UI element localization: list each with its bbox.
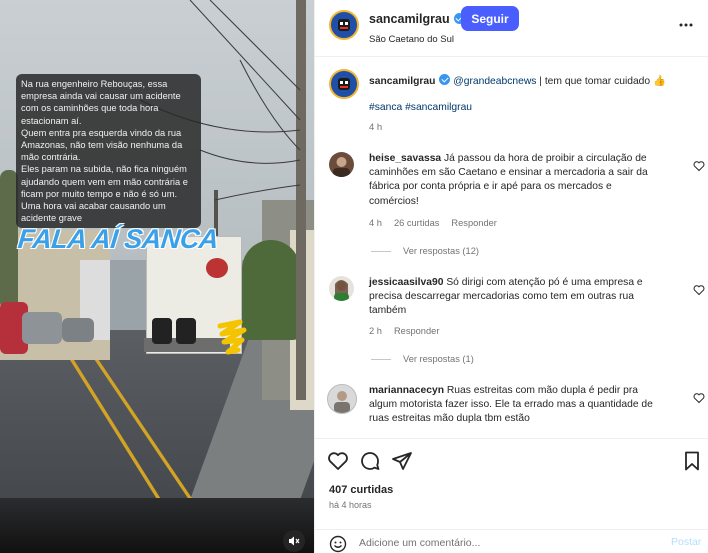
post-media-video[interactable]: Na rua engenheiro Rebouças, essa empresa… xyxy=(0,0,314,553)
follow-button[interactable]: Seguir xyxy=(461,6,519,31)
caption-line: Uma hora vai acabar causando um acidente… xyxy=(21,201,166,224)
avatar[interactable] xyxy=(329,152,354,177)
caption-timestamp: 4 h xyxy=(369,122,383,133)
caption-username[interactable]: sancamilgrau xyxy=(369,76,435,87)
user-photo-icon xyxy=(334,280,349,301)
mention-link[interactable]: @grandeabcnews xyxy=(453,76,536,87)
reply-button[interactable]: Responder xyxy=(451,218,496,228)
replies-divider xyxy=(371,358,391,360)
view-replies-button[interactable]: Ver respostas (1) xyxy=(371,354,474,364)
emoji-icon[interactable] xyxy=(329,535,347,553)
profile-logo-icon xyxy=(338,78,350,90)
replies-divider xyxy=(371,250,391,252)
post-timestamp: há 4 horas xyxy=(329,500,372,510)
comments-list[interactable]: sancamilgrau @grandeabcnews | tem que to… xyxy=(315,58,708,438)
reply-button[interactable]: Responder xyxy=(394,326,439,336)
truck-wheel xyxy=(176,318,196,344)
avatar[interactable] xyxy=(329,276,354,301)
view-replies-label: Ver respostas (1) xyxy=(403,354,474,364)
truck-logo xyxy=(206,258,228,278)
comment-meta: 2 h Responder xyxy=(369,326,451,336)
caption-line: Quem entra pra esquerda vindo da rua Ama… xyxy=(21,127,183,163)
brand-sticker: FALA AÍ SANCA xyxy=(16,224,220,254)
caption-body: | tem que tomar cuidado 👍 xyxy=(536,76,666,87)
user-photo-icon xyxy=(333,157,350,177)
comment-username[interactable]: heise_savassa xyxy=(369,153,441,164)
video-parked-car xyxy=(62,318,94,342)
more-horizontal-icon xyxy=(679,23,693,27)
avatar[interactable] xyxy=(327,384,357,414)
comment-text: heise_savassa Já passou da hora de proib… xyxy=(369,152,659,209)
like-heart-icon[interactable] xyxy=(327,450,349,472)
view-replies-label: Ver respostas (12) xyxy=(403,246,479,256)
hand-drawn-sticker xyxy=(217,319,247,355)
post-comment-button[interactable]: Postar xyxy=(671,536,701,548)
post-modal: Na rua engenheiro Rebouças, essa empresa… xyxy=(0,0,708,553)
video-caption-overlay: Na rua engenheiro Rebouças, essa empresa… xyxy=(16,74,201,229)
comment-bubble-icon[interactable] xyxy=(359,450,381,472)
comment-time: 2 h xyxy=(369,326,382,336)
likes-count[interactable]: 407 curtidas xyxy=(329,484,393,496)
comment-text: mariannacecyn Ruas estreitas com mão dup… xyxy=(369,384,659,427)
caption-line: Eles param na subida, não fica ninguém a… xyxy=(21,164,188,199)
mute-button[interactable] xyxy=(283,530,305,552)
share-send-icon[interactable] xyxy=(391,450,413,472)
avatar[interactable] xyxy=(329,69,359,99)
bookmark-icon[interactable] xyxy=(681,450,703,472)
heart-icon[interactable] xyxy=(693,284,705,296)
more-options-button[interactable] xyxy=(679,15,693,31)
hashtags-link[interactable]: #sanca #sancamilgrau xyxy=(369,102,472,113)
comment-likes[interactable]: 26 curtidas xyxy=(394,218,439,228)
post-actions: 407 curtidas há 4 horas xyxy=(315,438,708,529)
location-link[interactable]: São Caetano do Sul xyxy=(369,34,454,45)
add-comment-bar: Postar xyxy=(315,529,708,553)
comment-input[interactable] xyxy=(359,534,659,552)
view-replies-button[interactable]: Ver respostas (12) xyxy=(371,246,479,256)
truck-wheel xyxy=(152,318,172,344)
heart-icon[interactable] xyxy=(693,160,705,172)
post-side-panel: sancamilgrau Seguir São Caetano do Sul s… xyxy=(314,0,708,553)
caption-line: Na rua engenheiro Rebouças, essa empresa… xyxy=(21,79,181,126)
comment-time: 4 h xyxy=(369,218,382,228)
username-text: sancamilgrau xyxy=(369,12,450,26)
speaker-muted-icon xyxy=(289,536,300,546)
comment-meta: 4 h 26 curtidas Responder xyxy=(369,218,509,228)
comment-text: jessicaasilva90 Só dirigi com atenção pó… xyxy=(369,276,659,319)
post-header: sancamilgrau Seguir São Caetano do Sul xyxy=(315,0,708,57)
verified-badge-icon xyxy=(439,74,451,85)
heart-icon[interactable] xyxy=(693,392,705,404)
username-link[interactable]: sancamilgrau xyxy=(369,12,465,26)
comment-username[interactable]: mariannacecyn xyxy=(369,385,444,396)
caption-text: sancamilgrau @grandeabcnews | tem que to… xyxy=(369,74,689,89)
video-parked-car xyxy=(22,312,62,344)
comment-username[interactable]: jessicaasilva90 xyxy=(369,277,443,288)
avatar[interactable] xyxy=(329,10,359,40)
profile-logo-icon xyxy=(338,19,350,31)
user-photo-icon xyxy=(334,391,350,413)
video-car-dashboard xyxy=(0,498,314,553)
